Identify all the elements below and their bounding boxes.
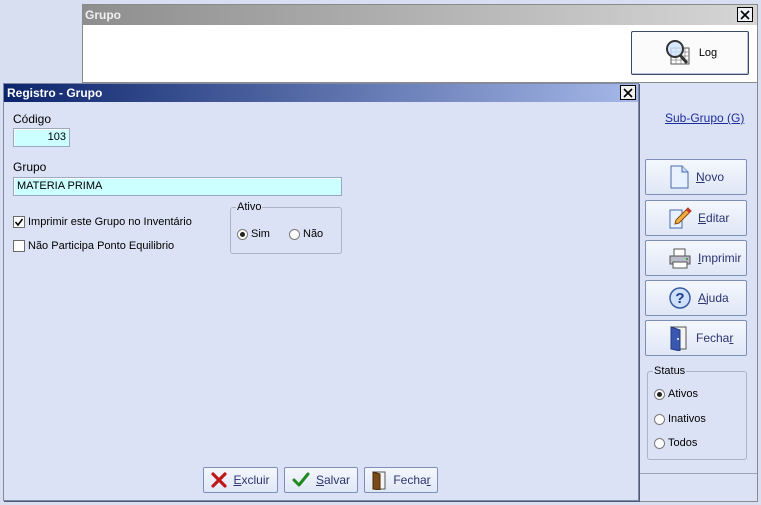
dialog-title: Registro - Grupo: [7, 86, 103, 100]
ativo-legend: Ativo: [236, 201, 263, 213]
grupo-window-title: Grupo: [85, 8, 121, 22]
imprimir-inventario-label: Imprimir este Grupo no Inventário: [28, 216, 192, 228]
registro-grupo-dialog: Registro - Grupo Código 103 Grupo MATERI…: [3, 83, 639, 501]
codigo-field[interactable]: 103: [13, 128, 70, 147]
grupo-label: Grupo: [13, 160, 47, 174]
status-inativos-label: Inativos: [668, 413, 706, 425]
subgrupo-link[interactable]: Sub-Grupo (G): [665, 111, 744, 125]
ajuda-label-rest: juda: [706, 291, 729, 305]
radio-empty-icon: [654, 437, 665, 449]
grupo-field[interactable]: MATERIA PRIMA: [13, 177, 342, 196]
novo-button-label: Novo: [696, 170, 724, 184]
checkmark-icon: [292, 472, 310, 487]
status-groupbox: Status Ativos Inativos Todos: [647, 365, 747, 460]
grupo-window-close-button[interactable]: [737, 7, 753, 22]
excluir-label-rest: xcluir: [241, 473, 270, 487]
svg-text:?: ?: [675, 290, 684, 307]
edit-pencil-icon: [669, 207, 692, 229]
fechar-dialog-button-label: Fechar: [393, 473, 430, 487]
novo-accesskey: N: [696, 170, 705, 184]
delete-x-icon: [211, 472, 228, 488]
dialog-titlebar: Registro - Grupo: [4, 84, 638, 102]
salvar-button-label: Salvar: [316, 473, 350, 487]
dialog-close-button[interactable]: [620, 85, 636, 100]
radio-empty-icon: [289, 228, 300, 240]
excluir-button-label: Excluir: [233, 473, 269, 487]
fechar-dialog-label-prefix: Fecha: [393, 473, 427, 487]
imprimir-inventario-checkbox[interactable]: Imprimir este Grupo no Inventário: [13, 216, 192, 228]
imprimir-button[interactable]: Imprimir: [645, 240, 747, 276]
imprimir-button-label: Imprimir: [698, 251, 741, 265]
status-inativos-radio[interactable]: Inativos: [654, 413, 706, 425]
ajuda-button[interactable]: ? Ajuda: [645, 280, 747, 316]
radio-selected-icon: [654, 388, 665, 400]
help-question-icon: ?: [669, 287, 691, 309]
status-ativos-label: Ativos: [668, 388, 698, 400]
checkbox-checked-icon: [13, 216, 25, 228]
radio-empty-icon: [654, 413, 665, 425]
ativo-sim-label: Sim: [251, 228, 270, 240]
salvar-accesskey: S: [315, 473, 324, 487]
status-todos-label: Todos: [668, 437, 698, 449]
salvar-label-rest: alvar: [324, 473, 351, 487]
editar-button[interactable]: Editar: [645, 200, 747, 236]
printer-icon: [669, 248, 691, 269]
fechar-side-button-label: Fechar: [696, 331, 733, 345]
editar-button-label: Editar: [698, 211, 729, 225]
ajuda-accesskey: A: [698, 291, 707, 305]
ativo-sim-radio[interactable]: Sim: [237, 228, 270, 240]
magnifier-grid-icon: [665, 40, 690, 65]
salvar-button[interactable]: Salvar: [284, 467, 358, 493]
imprimir-label-rest: mprimir: [701, 251, 742, 265]
exit-door-icon: [372, 471, 386, 490]
fechar-side-label-prefix: Fecha: [696, 331, 730, 345]
checkbox-empty-icon: [13, 240, 25, 252]
grupo-window-titlebar: Grupo: [83, 5, 757, 25]
novo-button[interactable]: Novo: [645, 159, 747, 195]
log-button-label: Log: [698, 47, 718, 59]
close-icon: [623, 87, 633, 98]
close-icon: [740, 9, 750, 20]
ativo-nao-label: Não: [303, 228, 324, 240]
ajuda-button-label: Ajuda: [698, 291, 729, 305]
novo-label-rest: ovo: [704, 170, 725, 184]
excluir-button[interactable]: Excluir: [203, 467, 278, 493]
radio-selected-icon: [237, 228, 248, 240]
new-document-icon: [670, 165, 689, 189]
status-legend: Status: [653, 365, 687, 377]
nao-participa-checkbox[interactable]: Não Participa Ponto Equilibrio: [13, 240, 174, 252]
fechar-dialog-button[interactable]: Fechar: [364, 467, 438, 493]
editar-label-rest: ditar: [706, 211, 730, 225]
nao-participa-label: Não Participa Ponto Equilibrio: [28, 240, 175, 252]
status-ativos-radio[interactable]: Ativos: [654, 388, 698, 400]
exit-door-icon: [670, 326, 687, 351]
ativo-groupbox: Ativo Sim Não: [230, 201, 342, 254]
fechar-side-button[interactable]: Fechar: [645, 320, 747, 356]
status-todos-radio[interactable]: Todos: [654, 437, 697, 449]
ativo-nao-radio[interactable]: Não: [289, 228, 323, 240]
codigo-label: Código: [13, 112, 52, 126]
grupo-window-status-strip: [639, 473, 757, 491]
excluir-accesskey: E: [233, 473, 242, 487]
fechar-side-accesskey: r: [729, 331, 734, 345]
editar-accesskey: E: [698, 211, 707, 225]
log-button[interactable]: Log: [631, 31, 749, 75]
fechar-dialog-accesskey: r: [426, 473, 431, 487]
